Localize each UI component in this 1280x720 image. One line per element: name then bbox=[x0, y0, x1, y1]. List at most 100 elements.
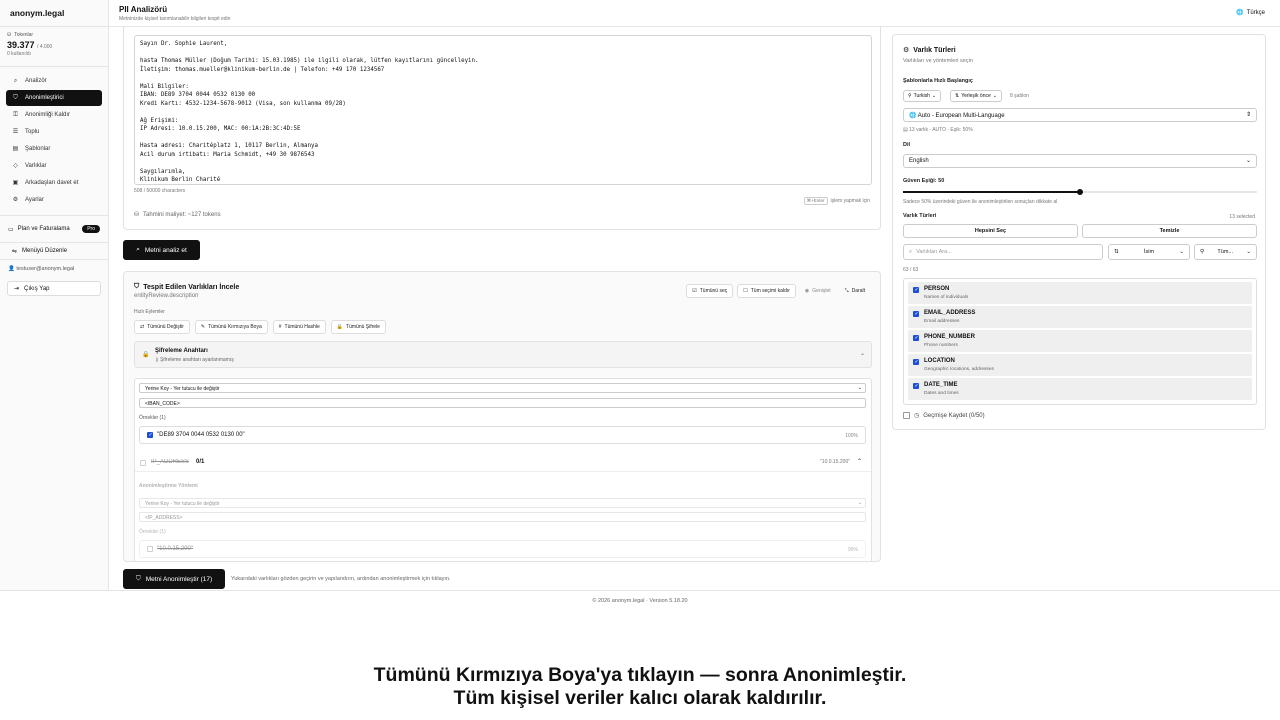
ip-address-name: IP_ADDRESS bbox=[151, 459, 190, 465]
entity-filter-select[interactable]: ⚲ Tüm... ⌄ bbox=[1194, 244, 1257, 260]
footer: © 2026 anonym.legal · Version 5.18.20 bbox=[0, 590, 1280, 612]
tokens-label: Tokenlar bbox=[14, 32, 34, 38]
lock-icon: 🔒 bbox=[142, 352, 150, 358]
brand-logo[interactable]: anonym.legal bbox=[0, 0, 108, 27]
anonymize-button[interactable]: ⛉ Metni Anonimleştir (17) bbox=[123, 569, 225, 589]
sidebar-item-entities[interactable]: ◇ Varlıklar bbox=[6, 158, 102, 174]
save-history-toggle[interactable]: ◷ Geçmişe Kaydet (0/50) bbox=[903, 412, 985, 419]
logout-icon: ⇥ bbox=[14, 286, 20, 292]
redact-all-button[interactable]: ✎ Tümünü Kırmızıya Boya bbox=[194, 320, 268, 334]
gear-icon: ⚙ bbox=[903, 47, 910, 54]
sidebar-item-analyzer[interactable]: ⌕ Analizör bbox=[6, 73, 102, 89]
analyze-button[interactable]: ⌕ Metni analiz et bbox=[123, 240, 200, 260]
list-item[interactable]: PHONE_NUMBER Phone numbers bbox=[908, 330, 1252, 352]
edit-menu-label: Menüyü Düzenle bbox=[22, 248, 68, 254]
ip-example-checkbox[interactable] bbox=[147, 546, 153, 552]
entity-filter-value: Tüm... bbox=[1217, 249, 1233, 255]
collapse-button[interactable]: ⤡ Daralt bbox=[840, 284, 870, 298]
logout-label: Çıkış Yap bbox=[24, 285, 50, 292]
list-item[interactable]: DATE_TIME Dates and times bbox=[908, 378, 1252, 400]
language-selector[interactable]: 🌐 Türkçe bbox=[1236, 9, 1265, 17]
save-history-label: Geçmişe Kaydet (0/50) bbox=[923, 412, 985, 419]
threshold-label: Güven Eşiği: 50 bbox=[903, 178, 945, 184]
replace-all-label: Tümünü Değiştir bbox=[147, 324, 184, 330]
entity-checkbox[interactable] bbox=[913, 359, 919, 365]
encryption-subtitle: ⚷ Şifreleme anahtarı ayarlanmamış bbox=[155, 357, 234, 363]
language-label: Dil bbox=[903, 142, 911, 148]
edit-menu-button[interactable]: ⇋ Menüyü Düzenle bbox=[0, 242, 108, 260]
replace-all-button[interactable]: ⇄ Tümünü Değiştir bbox=[134, 320, 190, 334]
pro-badge: Pro bbox=[82, 225, 100, 233]
deselect-all-button[interactable]: ☐ Tüm seçimi kaldır bbox=[737, 284, 796, 298]
input-textarea[interactable]: Sayın Dr. Sophie Laurent, hasta Thomas M… bbox=[134, 35, 872, 185]
sidebar-item-invite[interactable]: ▣ Arkadaşları davet et bbox=[6, 175, 102, 191]
caption-line-1: Tümünü Kırmızıya Boya'ya tıklayın — sonr… bbox=[373, 664, 907, 686]
list-item[interactable]: EMAIL_ADDRESS Email addresses bbox=[908, 306, 1252, 328]
template-sort-chip[interactable]: ⇅ Yerleşik önce ⌄ bbox=[950, 90, 1002, 102]
expand-button[interactable]: ◉ Genişlet bbox=[800, 284, 836, 298]
chevron-down-icon: ⌄ bbox=[857, 500, 862, 506]
list-item[interactable]: LOCATION Geographic locations, addresses bbox=[908, 354, 1252, 376]
preset-select[interactable]: 🌐 Auto - European Multi-Language ⇕ bbox=[903, 108, 1257, 122]
select-all-button[interactable]: ☑ Tümünü seç bbox=[686, 284, 734, 298]
unlock-icon: ⚿ bbox=[13, 111, 18, 118]
tokens-max: / 4.000 bbox=[37, 44, 53, 50]
review-actions: ☑ Tümünü seç ☐ Tüm seçimi kaldır ◉ Genişlet… bbox=[686, 284, 870, 298]
review-title-text: Tespit Edilen Varlıkları İncele bbox=[143, 283, 240, 291]
ip-example-row[interactable]: "10.0.15.200" 95% bbox=[139, 540, 866, 558]
lock-icon: 🔒 bbox=[336, 324, 344, 330]
threshold-slider[interactable] bbox=[903, 188, 1257, 195]
encrypt-all-button[interactable]: 🔒 Tümünü Şifrele bbox=[330, 320, 386, 334]
tag-icon: ◇ bbox=[13, 162, 18, 169]
sidebar-item-label: Ayarlar bbox=[25, 197, 44, 203]
hash-all-button[interactable]: # Tümünü Hashle bbox=[272, 320, 326, 334]
filter-icon: ⚲ bbox=[908, 93, 912, 99]
sidebar-item-deanonymize[interactable]: ⚿ Anonimliği Kaldır bbox=[6, 107, 102, 123]
iban-method-select[interactable]: Yerine Koy - Yer tutucu ile değiştir ⌄ bbox=[139, 383, 866, 393]
language-select[interactable]: English ⌄ bbox=[903, 154, 1257, 168]
entity-search-placeholder: Varlıkları Ara... bbox=[916, 249, 952, 255]
plan-billing-link[interactable]: ▭ Plan ve Faturalama Pro bbox=[0, 220, 108, 238]
card-icon: ▭ bbox=[8, 226, 14, 233]
ip-placeholder-input[interactable]: <IP_ADDRESS> bbox=[139, 512, 866, 522]
template-language-chip[interactable]: ⚲ Turkish ⌄ bbox=[903, 90, 942, 102]
sidebar-item-anonymizer[interactable]: ⛉ Anonimleştirici bbox=[6, 90, 102, 106]
sidebar-item-batch[interactable]: ☰ Toplu bbox=[6, 124, 102, 140]
search-icon: ⌕ bbox=[909, 248, 913, 255]
entity-checkbox[interactable] bbox=[913, 287, 919, 293]
chevron-down-icon: ⌄ bbox=[931, 93, 937, 99]
sidebar-item-settings[interactable]: ⚙ Ayarlar bbox=[6, 192, 102, 208]
threshold-knob[interactable] bbox=[1077, 188, 1083, 195]
sidebar-item-label: Anonimleştirici bbox=[25, 95, 64, 101]
clear-entities-button[interactable]: Temizle bbox=[1082, 224, 1257, 238]
entity-search-input[interactable]: ⌕ Varlıkları Ara... bbox=[903, 244, 1103, 260]
replace-icon: ⇄ bbox=[140, 324, 145, 330]
iban-placeholder-input[interactable]: <IBAN_CODE> bbox=[139, 398, 866, 408]
key-icon: ⚷ bbox=[155, 357, 159, 363]
entity-types-label: Varlık Türleri bbox=[903, 213, 937, 219]
entity-checkbox[interactable] bbox=[913, 383, 919, 389]
entity-checkbox[interactable] bbox=[913, 311, 919, 317]
hash-icon: # bbox=[278, 324, 282, 330]
quick-actions-label: Hızlı Eylemler bbox=[134, 309, 165, 315]
iban-example-row[interactable]: "DE89 3704 0044 0532 0130 00" 100% bbox=[139, 426, 866, 444]
cost-estimate: ⛁ Tahmini maliyet: ~127 tokens bbox=[134, 211, 221, 219]
input-card: Sayın Dr. Sophie Laurent, hasta Thomas M… bbox=[123, 27, 881, 230]
entity-checkbox[interactable] bbox=[913, 335, 919, 341]
save-history-checkbox[interactable] bbox=[903, 412, 910, 419]
logout-button[interactable]: ⇥ Çıkış Yap bbox=[7, 281, 101, 296]
select-all-entities-button[interactable]: Hepsini Seç bbox=[903, 224, 1078, 238]
redact-all-label: Tümünü Kırmızıya Boya bbox=[208, 324, 262, 330]
ip-address-entity-row[interactable]: IP_ADDRESS 0/1 "10.0.15.200" ⌃ bbox=[135, 454, 871, 472]
ip-address-checkbox[interactable] bbox=[140, 460, 146, 466]
user-email-text: testuser@anonym.legal bbox=[16, 266, 75, 272]
list-item[interactable]: PERSON Names of individuals bbox=[908, 282, 1252, 304]
entity-sort-select[interactable]: ⇅ İsim ⌄ bbox=[1108, 244, 1190, 260]
sidebar-item-templates[interactable]: ▤ Şablonlar bbox=[6, 141, 102, 157]
ip-method-select[interactable]: Yerine Koy - Yer tutucu ile değiştir ⌄ bbox=[139, 498, 866, 508]
quick-actions: ⇄ Tümünü Değiştir ✎ Tümünü Kırmızıya Boya … bbox=[134, 320, 386, 334]
encryption-key-panel[interactable]: 🔒 Şifreleme Anahtarı ⚷ Şifreleme anahtar… bbox=[134, 341, 872, 368]
tutorial-caption: Tümünü Kırmızıya Boya'ya tıklayın — sonr… bbox=[0, 664, 1280, 710]
iban-example-checkbox[interactable] bbox=[147, 432, 153, 438]
language-label: Türkçe bbox=[1246, 9, 1265, 16]
